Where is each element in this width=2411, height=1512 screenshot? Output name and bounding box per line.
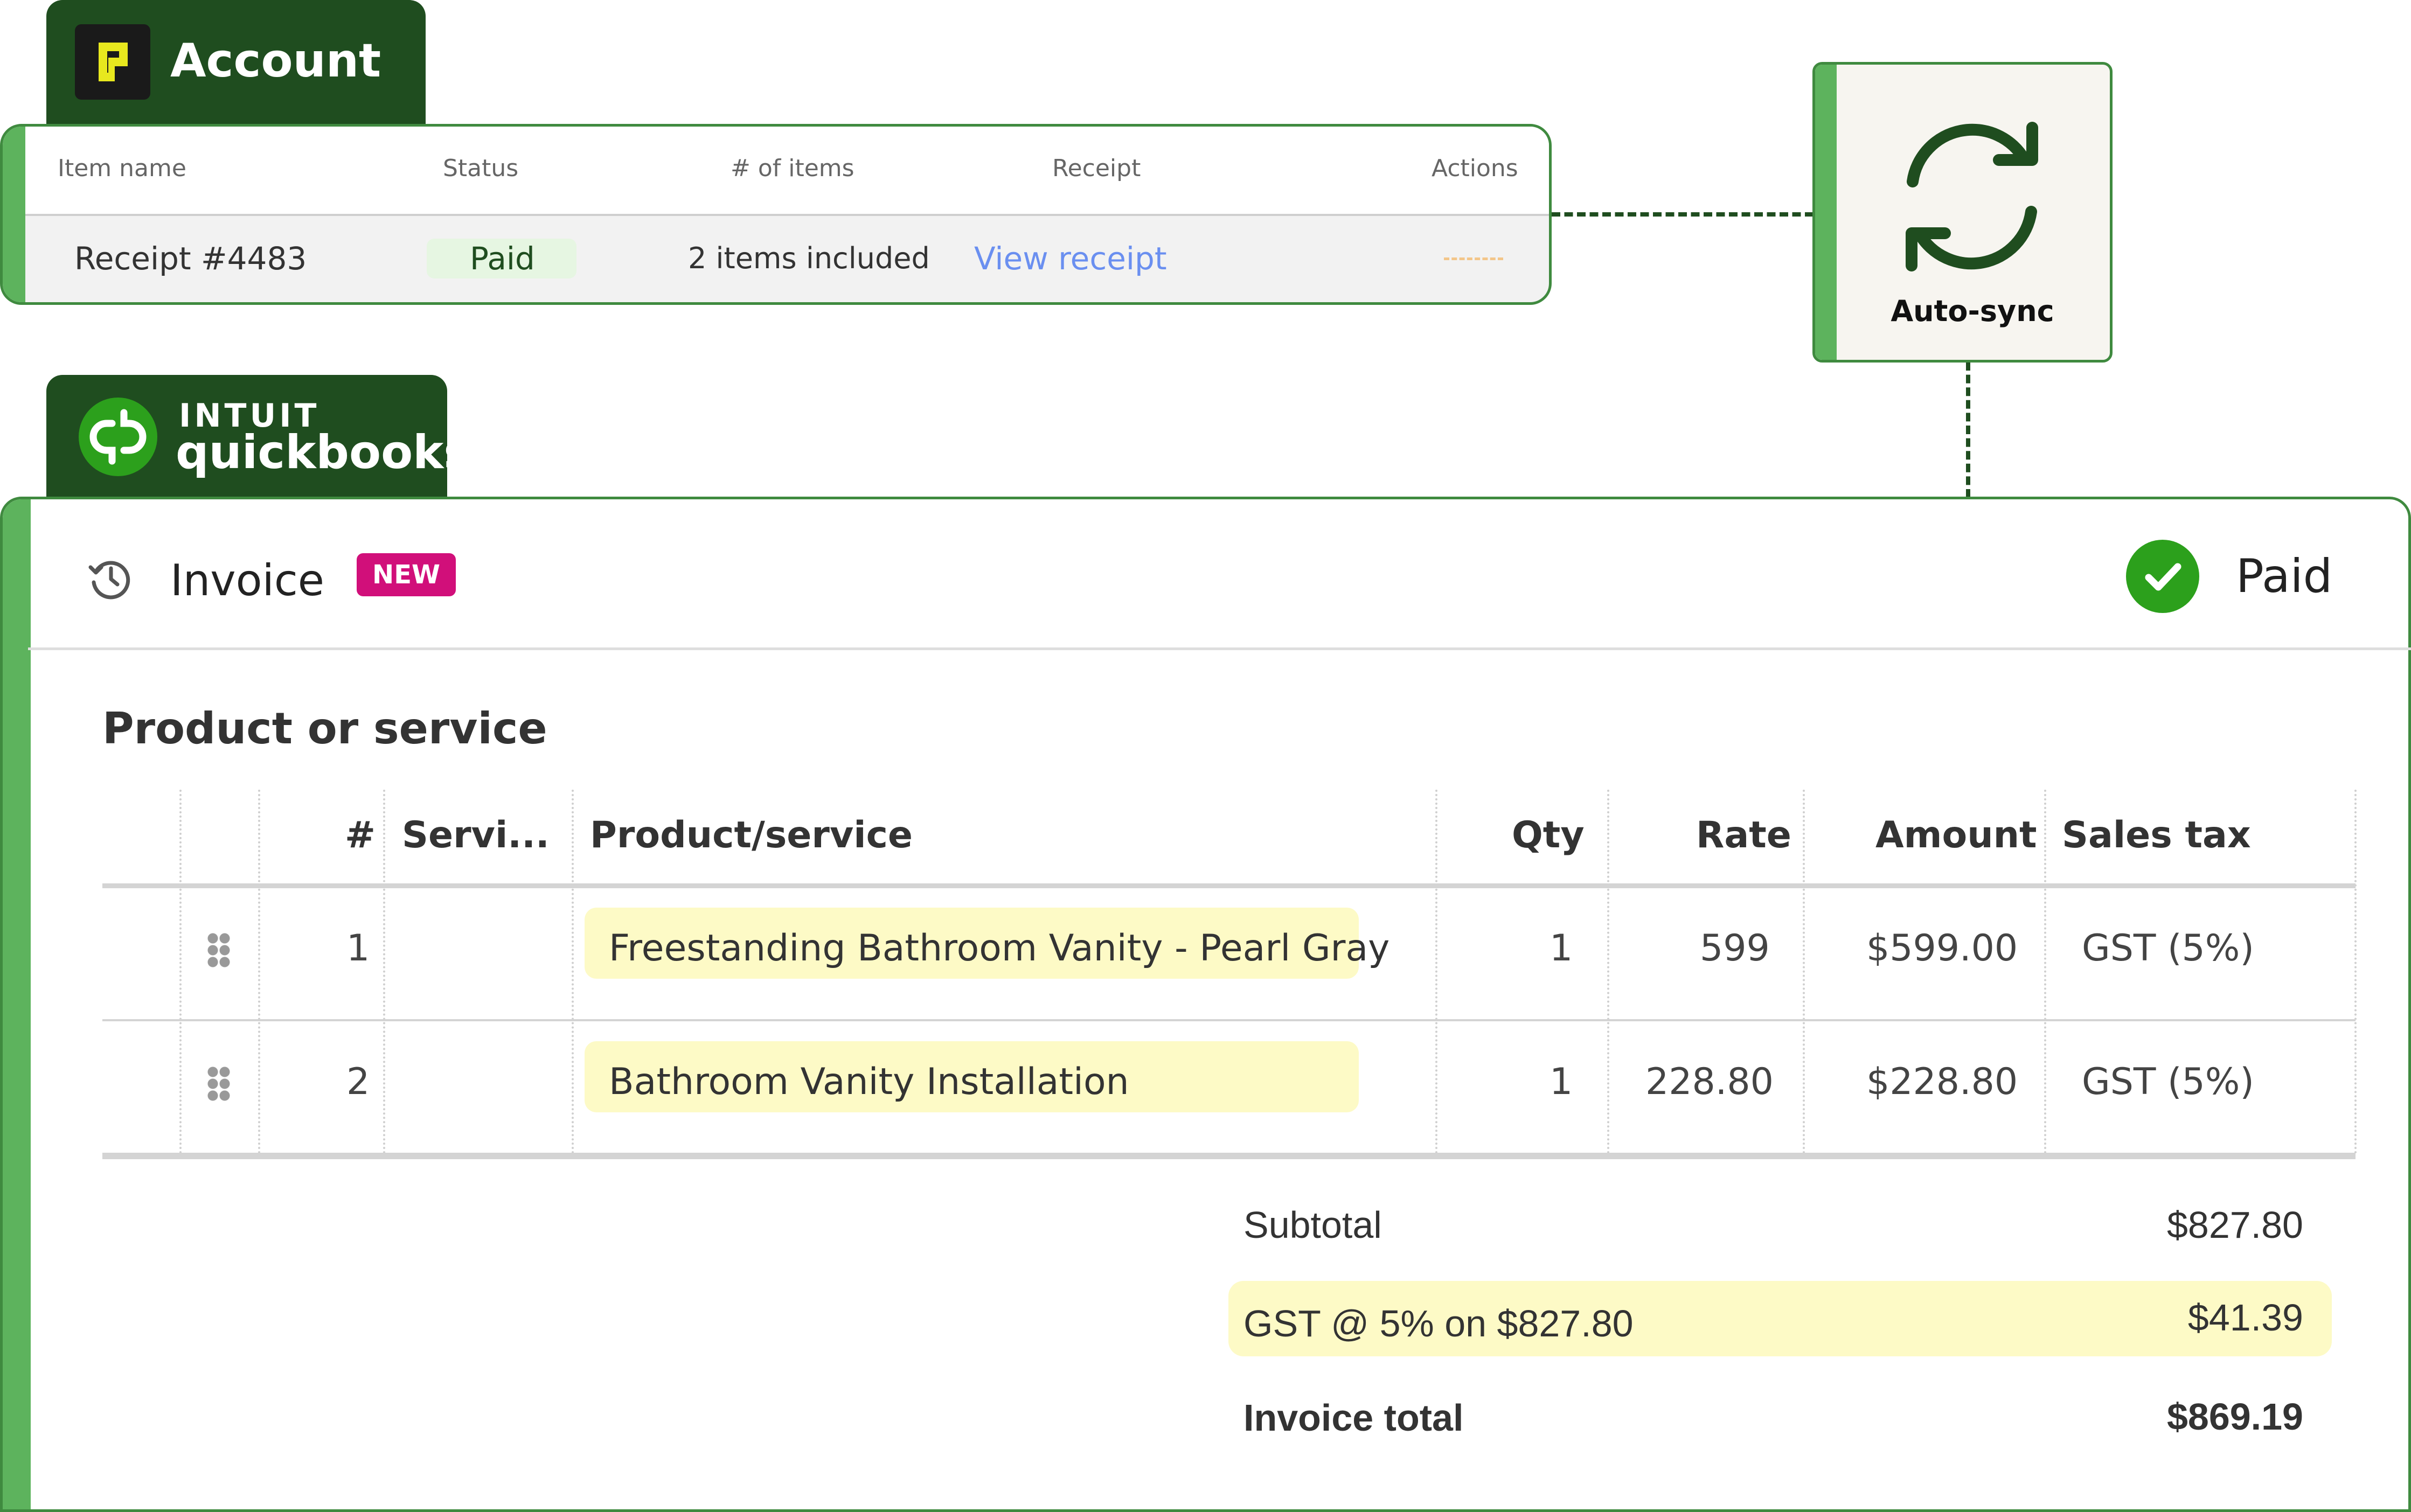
drag-handle-icon[interactable] [207,932,231,968]
column-service: Servi... [402,814,550,856]
account-title: Account [170,34,381,88]
gst-value: $41.39 [2187,1297,2303,1339]
column-rate: Rate [1696,814,1791,856]
column-receipt: Receipt [1052,155,1141,182]
invoice-total-label: Invoice total [1243,1397,1464,1439]
rate-value[interactable]: 228.80 [1645,1060,1774,1104]
column-amount: Amount [1875,814,2037,856]
product-name: Bathroom Vanity Installation [609,1061,1129,1103]
column-item-count: # of items [731,155,854,182]
column-separator [1607,790,1609,1154]
qty-value[interactable]: 1 [1550,926,1573,971]
new-badge: NEW [357,553,456,596]
amount-value: $228.80 [1866,1061,2018,1103]
amount-value: $599.00 [1866,927,2018,970]
gst-label: GST @ 5% on $827.80 [1243,1302,1634,1344]
column-separator [572,790,574,1154]
invoice-header-divider [28,647,2411,650]
items-count: 2 items included [688,241,930,275]
account-logo-icon [75,24,150,100]
history-icon[interactable] [85,553,136,604]
column-product: Product/service [590,814,913,856]
sync-connector-horizontal [1552,212,1814,217]
column-actions: Actions [1432,155,1518,182]
receipt-card [0,124,1552,305]
subtotal-value: $827.80 [2166,1204,2303,1246]
receipt-item-name: Receipt #4483 [74,240,307,277]
drag-handle-icon[interactable] [207,1066,231,1102]
invoice-status: Paid [2236,549,2333,603]
quickbooks-logo-icon [79,398,157,476]
check-circle-icon [2126,540,2199,613]
rate-value[interactable]: 599 [1700,926,1770,971]
table-footer-border [102,1153,2356,1159]
column-number: # [345,814,376,856]
view-receipt-link[interactable]: View receipt [974,240,1167,277]
qty-value[interactable]: 1 [1550,1060,1573,1104]
subtotal-label: Subtotal [1243,1204,1382,1246]
column-sales-tax: Sales tax [2062,814,2251,856]
quickbooks-brand-bottom: quickbooks [176,426,471,479]
sync-connector-vertical [1966,362,1970,498]
section-title: Product or service [102,703,547,754]
table-header-border [102,883,2356,888]
sync-icon [1891,121,2053,272]
table-row-border [102,1019,2356,1021]
column-status: Status [443,155,519,182]
column-separator [383,790,385,1154]
auto-sync-label: Auto-sync [1891,294,2054,328]
status-badge-label: Paid [470,240,535,277]
actions-placeholder[interactable] [1444,257,1503,260]
column-separator [179,790,182,1154]
column-separator [1803,790,1805,1154]
column-separator [258,790,260,1154]
row-number: 2 [346,1061,370,1103]
product-name: Freestanding Bathroom Vanity - Pearl Gra… [609,927,1390,970]
column-qty: Qty [1512,814,1585,856]
row-number: 1 [346,927,370,970]
column-separator [1435,790,1437,1154]
sales-tax-value[interactable]: GST (5%) [2082,1060,2254,1104]
invoice-title: Invoice [170,555,325,605]
column-separator [2354,790,2357,1154]
sales-tax-value[interactable]: GST (5%) [2082,926,2254,971]
column-item-name: Item name [58,155,186,182]
card-accent-bar [3,499,31,1509]
column-separator [2044,790,2046,1154]
invoice-total-value: $869.19 [2166,1396,2303,1438]
card-accent-bar [3,127,25,302]
